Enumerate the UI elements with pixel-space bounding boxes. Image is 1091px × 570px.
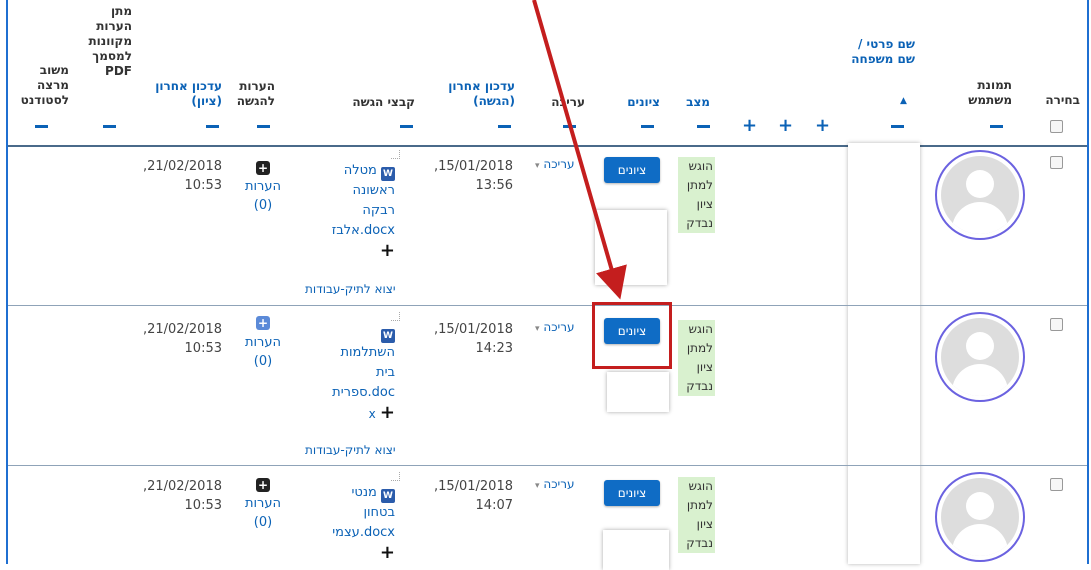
annotation-arrow-icon xyxy=(532,0,627,300)
